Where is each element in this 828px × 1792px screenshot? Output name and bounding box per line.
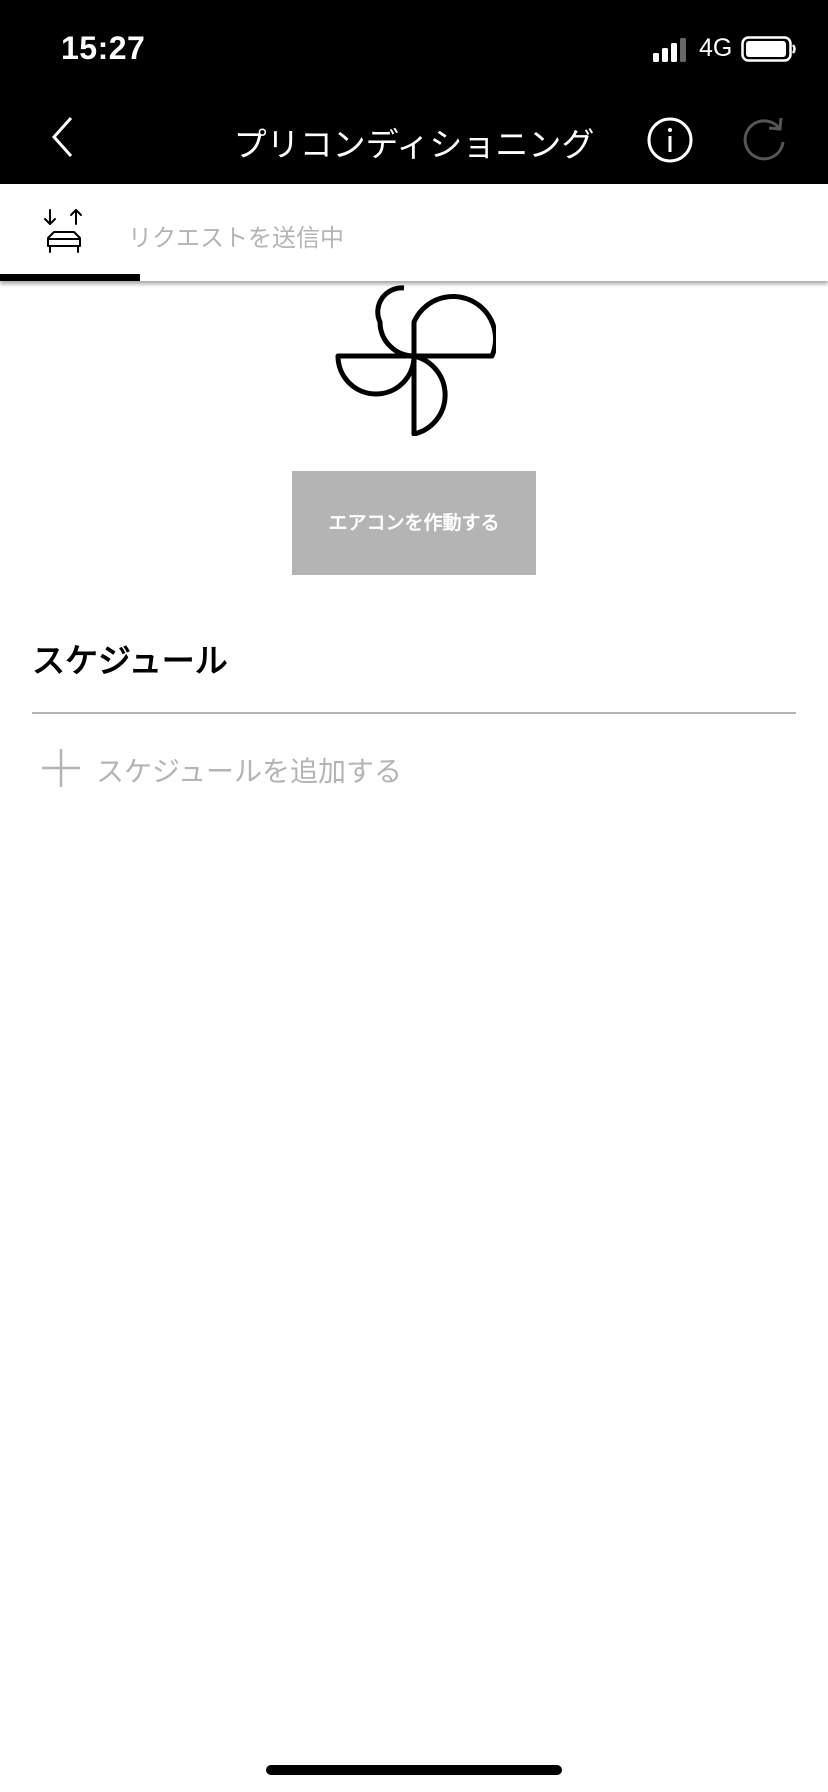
plus-icon xyxy=(42,749,80,787)
battery-icon xyxy=(741,36,796,62)
status-time: 15:27 xyxy=(61,30,146,66)
home-indicator[interactable] xyxy=(266,1765,562,1775)
fan-icon xyxy=(335,285,496,436)
car-transfer-icon xyxy=(44,209,82,253)
status-bar: 15:27 4G xyxy=(0,0,828,96)
request-status-bar: リクエストを送信中 xyxy=(0,184,828,281)
navigation-bar: プリコンディショニング xyxy=(0,96,828,184)
request-progress-bar xyxy=(0,274,140,281)
refresh-icon[interactable] xyxy=(741,116,787,164)
add-schedule-button[interactable]: スケジュールを追加する xyxy=(42,742,462,792)
page-title: プリコンディショニング xyxy=(233,125,595,164)
network-label: 4G xyxy=(699,34,733,62)
info-icon[interactable] xyxy=(646,116,694,164)
divider xyxy=(32,712,796,714)
request-status-label: リクエストを送信中 xyxy=(128,224,344,252)
add-schedule-label: スケジュールを追加する xyxy=(96,755,403,788)
signal-icon xyxy=(653,38,686,62)
start-ac-button[interactable]: エアコンを作動する xyxy=(292,471,536,575)
schedule-heading: スケジュール xyxy=(32,641,228,680)
